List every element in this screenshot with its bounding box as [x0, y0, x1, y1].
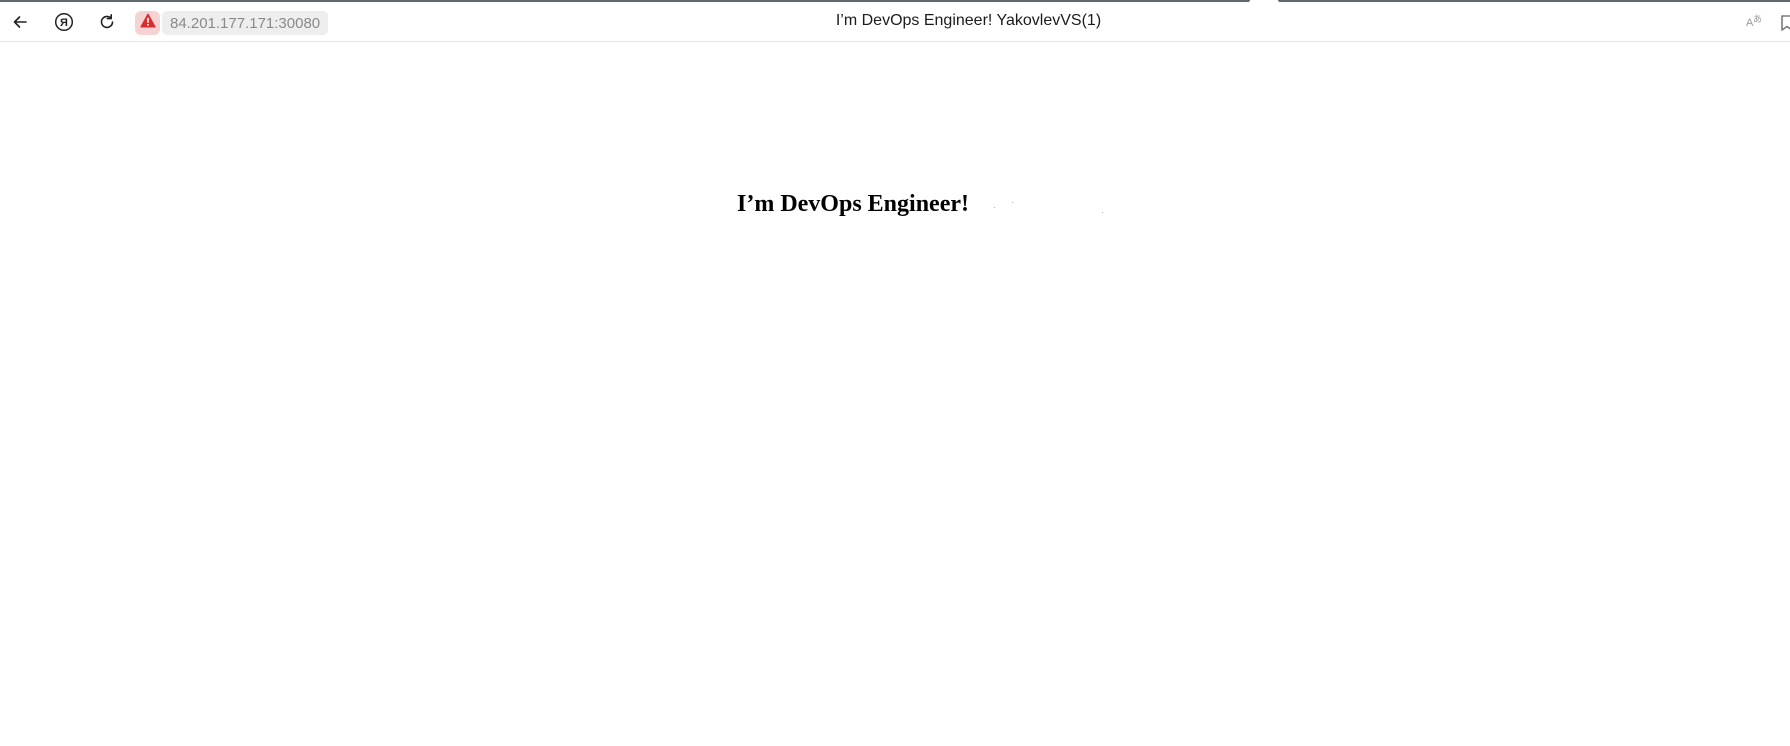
- artifact-dot: [1012, 202, 1013, 203]
- browser-window: Я 84.201.177.171:30080 I’m DevOps Engine…: [0, 0, 1790, 746]
- artifact-dot: [1102, 212, 1103, 213]
- svg-text:あ: あ: [1753, 14, 1762, 25]
- reload-icon: [98, 13, 116, 31]
- bookmark-icon: [1780, 15, 1790, 32]
- translate-button[interactable]: A あ: [1740, 10, 1768, 36]
- arrow-left-icon: [11, 13, 29, 31]
- artifact-dot: [994, 207, 995, 208]
- reload-button[interactable]: [91, 6, 123, 38]
- address-text: 84.201.177.171:30080: [170, 14, 321, 32]
- bookmark-button[interactable]: [1780, 14, 1790, 32]
- yandex-logo-icon: Я: [54, 12, 74, 32]
- browser-toolbar: Я 84.201.177.171:30080 I’m DevOps Engine…: [0, 2, 1790, 42]
- page-content: I’m DevOps Engineer!: [0, 43, 1790, 746]
- back-button[interactable]: [4, 6, 36, 38]
- warning-triangle-icon: [139, 13, 156, 33]
- yandex-button[interactable]: Я: [48, 6, 80, 38]
- window-title: I’m DevOps Engineer! YakovlevVS(1): [835, 12, 1102, 29]
- translate-icon: A あ: [1745, 13, 1763, 34]
- address-bar[interactable]: 84.201.177.171:30080: [162, 11, 329, 35]
- svg-text:Я: Я: [60, 17, 68, 29]
- security-warning-button[interactable]: [135, 11, 160, 35]
- page-heading: I’m DevOps Engineer!: [737, 191, 969, 217]
